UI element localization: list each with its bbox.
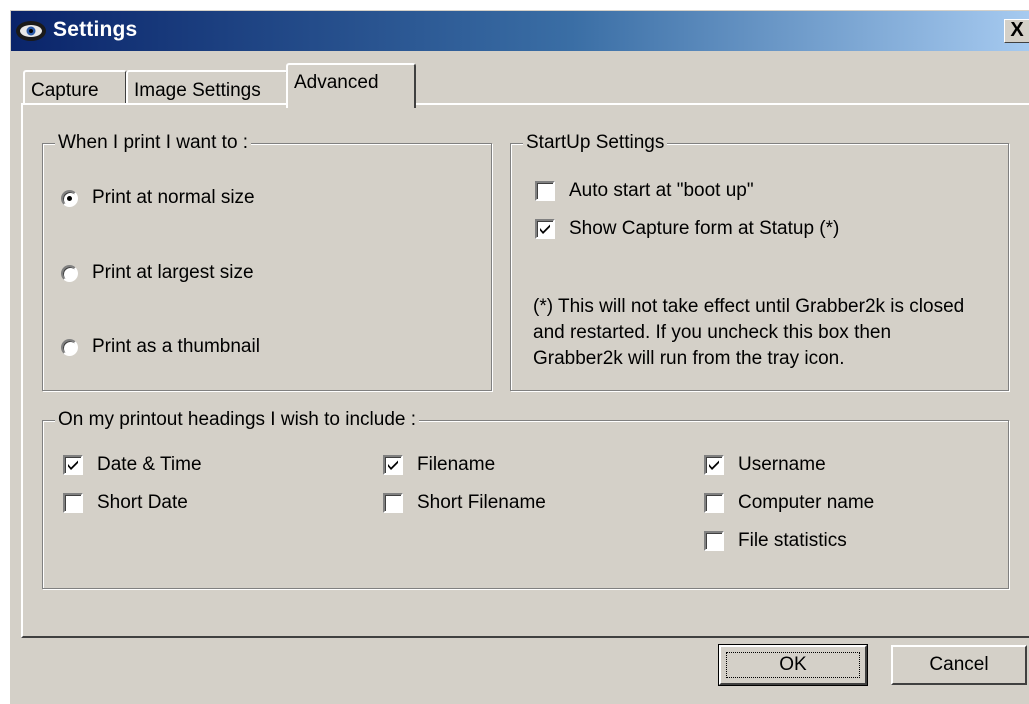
- cancel-button[interactable]: Cancel: [891, 645, 1027, 685]
- tab-capture[interactable]: Capture: [23, 70, 127, 106]
- checkbox-auto-start-label: Auto start at "boot up": [569, 180, 754, 201]
- checkmark-icon: [388, 460, 398, 470]
- cancel-button-label: Cancel: [929, 654, 989, 675]
- tab-image-settings[interactable]: Image Settings: [126, 70, 288, 106]
- radio-button[interactable]: [61, 264, 78, 282]
- checkbox[interactable]: [704, 531, 724, 551]
- checkmark-icon: [709, 460, 719, 470]
- radio-thumbnail[interactable]: Print as a thumbnail: [61, 336, 260, 358]
- title-bar[interactable]: Settings X: [11, 11, 1029, 51]
- tab-capture-label: Capture: [31, 80, 99, 101]
- tab-advanced-label: Advanced: [294, 72, 379, 93]
- tab-advanced[interactable]: Advanced: [286, 63, 416, 108]
- checkbox-filename-label: Filename: [417, 454, 496, 475]
- checkbox-date-time-label: Date & Time: [97, 454, 202, 475]
- tab-image-settings-label: Image Settings: [134, 80, 261, 101]
- checkbox-file-statistics-label: File statistics: [738, 530, 847, 551]
- radio-thumbnail-label: Print as a thumbnail: [92, 336, 260, 357]
- checkbox[interactable]: [535, 219, 555, 239]
- checkbox-computer-name-label: Computer name: [738, 492, 875, 513]
- checkmark-icon: [540, 224, 550, 234]
- checkbox-show-capture-form[interactable]: Show Capture form at Statup (*): [535, 218, 839, 240]
- print-size-group-label: When I print I want to :: [55, 132, 252, 154]
- checkbox-short-date-label: Short Date: [97, 492, 188, 513]
- checkbox[interactable]: [383, 455, 403, 475]
- checkbox-show-capture-form-label: Show Capture form at Statup (*): [569, 218, 840, 239]
- startup-settings-group-label: StartUp Settings: [523, 132, 668, 154]
- checkbox[interactable]: [704, 455, 724, 475]
- startup-note: (*) This will not take effect until Grab…: [533, 296, 965, 369]
- checkbox-short-date[interactable]: Short Date: [63, 492, 188, 514]
- close-button[interactable]: X: [1004, 19, 1029, 43]
- radio-button[interactable]: [61, 189, 78, 207]
- radio-button[interactable]: [61, 338, 78, 356]
- checkbox[interactable]: [535, 181, 555, 201]
- checkbox[interactable]: [383, 493, 403, 513]
- ok-button[interactable]: OK: [718, 644, 868, 686]
- startup-settings-group: StartUp Settings Auto start at "boot up"…: [510, 132, 1009, 391]
- print-size-group: When I print I want to : Print at normal…: [42, 132, 492, 391]
- checkbox-filename[interactable]: Filename: [383, 454, 495, 476]
- checkbox-auto-start[interactable]: Auto start at "boot up": [535, 180, 754, 202]
- radio-normal-size[interactable]: Print at normal size: [61, 187, 255, 209]
- window-title: Settings: [53, 18, 138, 41]
- checkmark-icon: [68, 460, 78, 470]
- checkbox-date-time[interactable]: Date & Time: [63, 454, 202, 476]
- checkbox[interactable]: [63, 455, 83, 475]
- focus-rect: [726, 652, 860, 678]
- checkbox[interactable]: [704, 493, 724, 513]
- checkbox-username-label: Username: [738, 454, 826, 475]
- radio-largest-size-label: Print at largest size: [92, 262, 254, 283]
- checkbox-file-statistics[interactable]: File statistics: [704, 530, 847, 552]
- radio-normal-size-label: Print at normal size: [92, 187, 255, 208]
- checkbox-short-filename[interactable]: Short Filename: [383, 492, 546, 514]
- advanced-panel: When I print I want to : Print at normal…: [21, 103, 1029, 638]
- eye-icon: [16, 21, 46, 41]
- headings-group-label: On my printout headings I wish to includ…: [55, 409, 420, 431]
- checkbox-short-filename-label: Short Filename: [417, 492, 546, 513]
- settings-window: Settings X Capture Image Settings Advanc…: [10, 10, 1029, 704]
- radio-largest-size[interactable]: Print at largest size: [61, 262, 254, 284]
- checkbox-computer-name[interactable]: Computer name: [704, 492, 874, 514]
- checkbox[interactable]: [63, 493, 83, 513]
- headings-group: On my printout headings I wish to includ…: [42, 409, 1009, 589]
- checkbox-username[interactable]: Username: [704, 454, 826, 476]
